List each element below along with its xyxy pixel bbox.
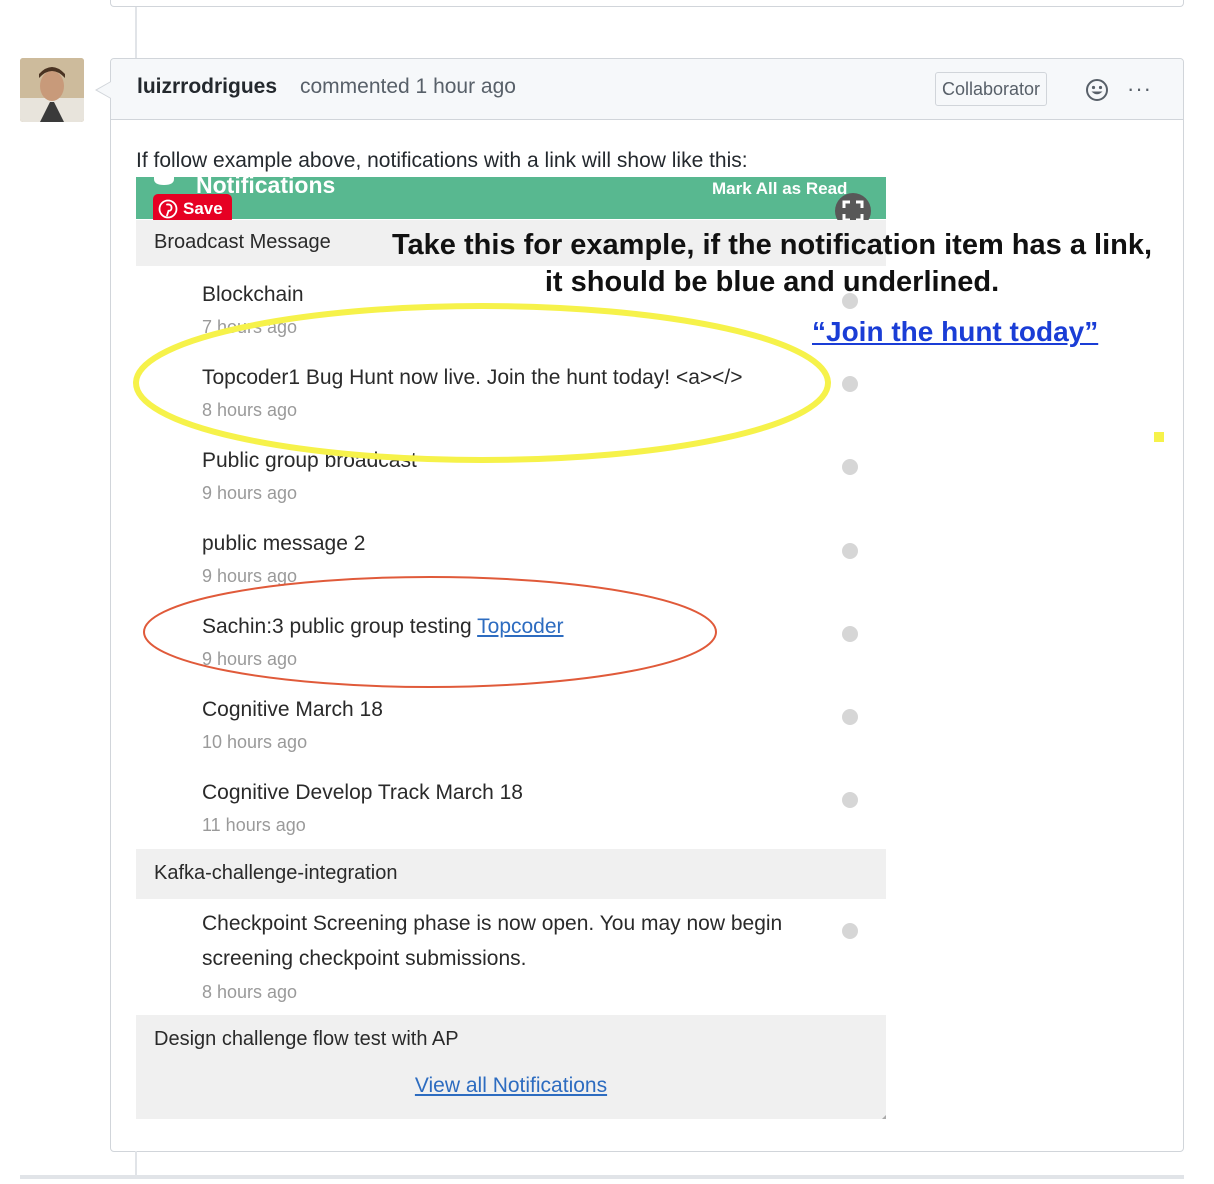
notification-item-time: 9 hours ago bbox=[202, 566, 298, 586]
notification-item-text[interactable]: Checkpoint Screening phase is now open. … bbox=[202, 912, 782, 936]
timeline-divider bbox=[20, 1175, 1184, 1179]
view-all-notifications-row: View all Notifications bbox=[136, 1074, 886, 1098]
group-name: Design challenge flow test with AP bbox=[154, 1028, 459, 1050]
unread-dot-icon[interactable] bbox=[842, 626, 858, 642]
unread-dot-icon[interactable] bbox=[842, 376, 858, 392]
notification-item-text[interactable]: public message 2 bbox=[202, 532, 365, 556]
notification-item-text[interactable]: Cognitive March 18 bbox=[202, 698, 383, 722]
topcoder-link[interactable]: Topcoder bbox=[477, 615, 563, 638]
comment-caret-inner bbox=[97, 82, 111, 98]
notification-item-time: 10 hours ago bbox=[202, 732, 308, 752]
notification-item-text-cont[interactable]: screening checkpoint submissions. bbox=[202, 947, 527, 971]
group-name: Kafka-challenge-integration bbox=[154, 862, 398, 884]
unread-dot-icon[interactable] bbox=[842, 459, 858, 475]
notification-item-time: 9 hours ago bbox=[202, 649, 298, 669]
mark-all-read-link[interactable]: Mark All as Read bbox=[712, 179, 847, 199]
reaction-smiley-icon[interactable] bbox=[1085, 78, 1109, 102]
notification-item-time: 8 hours ago bbox=[202, 400, 298, 420]
notification-item-prefix: Sachin:3 public group testing bbox=[202, 615, 478, 638]
more-options-icon[interactable]: ··· bbox=[1127, 76, 1152, 102]
notification-item-text[interactable]: Sachin:3 public group testing Topcoder bbox=[202, 615, 564, 639]
timeline-line bbox=[135, 1151, 137, 1175]
timeline-line bbox=[135, 7, 137, 59]
notification-item-text[interactable]: Blockchain bbox=[202, 283, 304, 307]
yellow-mark bbox=[1154, 432, 1164, 442]
view-all-notifications-link[interactable]: View all Notifications bbox=[415, 1074, 607, 1097]
notification-item-time: 9 hours ago bbox=[202, 483, 298, 503]
avatar[interactable] bbox=[20, 58, 84, 122]
notification-item-time: 11 hours ago bbox=[202, 815, 306, 835]
previous-comment-box bbox=[110, 0, 1184, 7]
comment-box: luizrrodrigues commented 1 hour ago Coll… bbox=[95, 58, 1184, 1152]
group-header-design[interactable]: Design challenge flow test with AP bbox=[136, 1015, 886, 1119]
comment-author[interactable]: luizrrodrigues bbox=[137, 75, 277, 99]
comment-header: luizrrodrigues commented 1 hour ago Coll… bbox=[97, 59, 1183, 120]
pinterest-save-label: Save bbox=[183, 199, 223, 218]
notification-item-time: 7 hours ago bbox=[202, 317, 298, 337]
notifications-header: Notifications Mark All as Read bbox=[136, 177, 886, 219]
notifications-screenshot: Notifications Mark All as Read Save Broa… bbox=[136, 177, 886, 1119]
bell-icon bbox=[154, 177, 174, 185]
annotation-line-2: it should be blue and underlined. bbox=[544, 266, 1000, 298]
annotation-link-example: “Join the hunt today” bbox=[812, 316, 1099, 347]
unread-dot-icon[interactable] bbox=[842, 709, 858, 725]
unread-dot-icon[interactable] bbox=[842, 543, 858, 559]
collaborator-badge: Collaborator bbox=[935, 72, 1048, 106]
notification-item-text[interactable]: Public group broadcast bbox=[202, 449, 417, 473]
notification-item-text[interactable]: Cognitive Develop Track March 18 bbox=[202, 781, 523, 805]
comment-body-text: If follow example above, notifications w… bbox=[136, 149, 748, 172]
notification-item-time: 8 hours ago bbox=[202, 982, 298, 1002]
annotation-line-1: Take this for example, if the notificati… bbox=[391, 229, 1153, 261]
comment-timestamp[interactable]: commented 1 hour ago bbox=[300, 75, 516, 99]
unread-dot-icon[interactable] bbox=[842, 923, 858, 939]
group-name: Broadcast Message bbox=[154, 231, 331, 253]
resize-corner-icon bbox=[882, 1115, 886, 1119]
pinterest-icon bbox=[158, 199, 178, 219]
unread-dot-icon[interactable] bbox=[842, 792, 858, 808]
notification-item-text[interactable]: Topcoder1 Bug Hunt now live. Join the hu… bbox=[202, 366, 743, 390]
group-header-kafka[interactable]: Kafka-challenge-integration bbox=[136, 849, 886, 899]
